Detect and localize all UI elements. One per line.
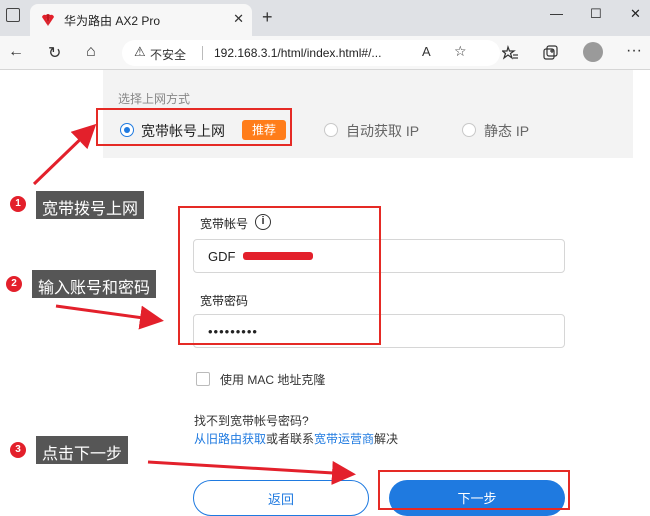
- step-1-number: 1: [10, 196, 26, 212]
- step-2-label: 输入账号和密码: [32, 270, 157, 298]
- arrow-step-1: [32, 123, 97, 186]
- annotation-arrows: [32, 123, 356, 485]
- step-2-number: 2: [6, 276, 22, 292]
- arrow-step-2: [55, 304, 164, 330]
- step-3-label: 点击下一步: [36, 436, 129, 464]
- step-3-number: 3: [10, 442, 26, 458]
- step-1-label: 宽带拨号上网: [36, 191, 145, 219]
- arrow-step-3: [147, 460, 356, 485]
